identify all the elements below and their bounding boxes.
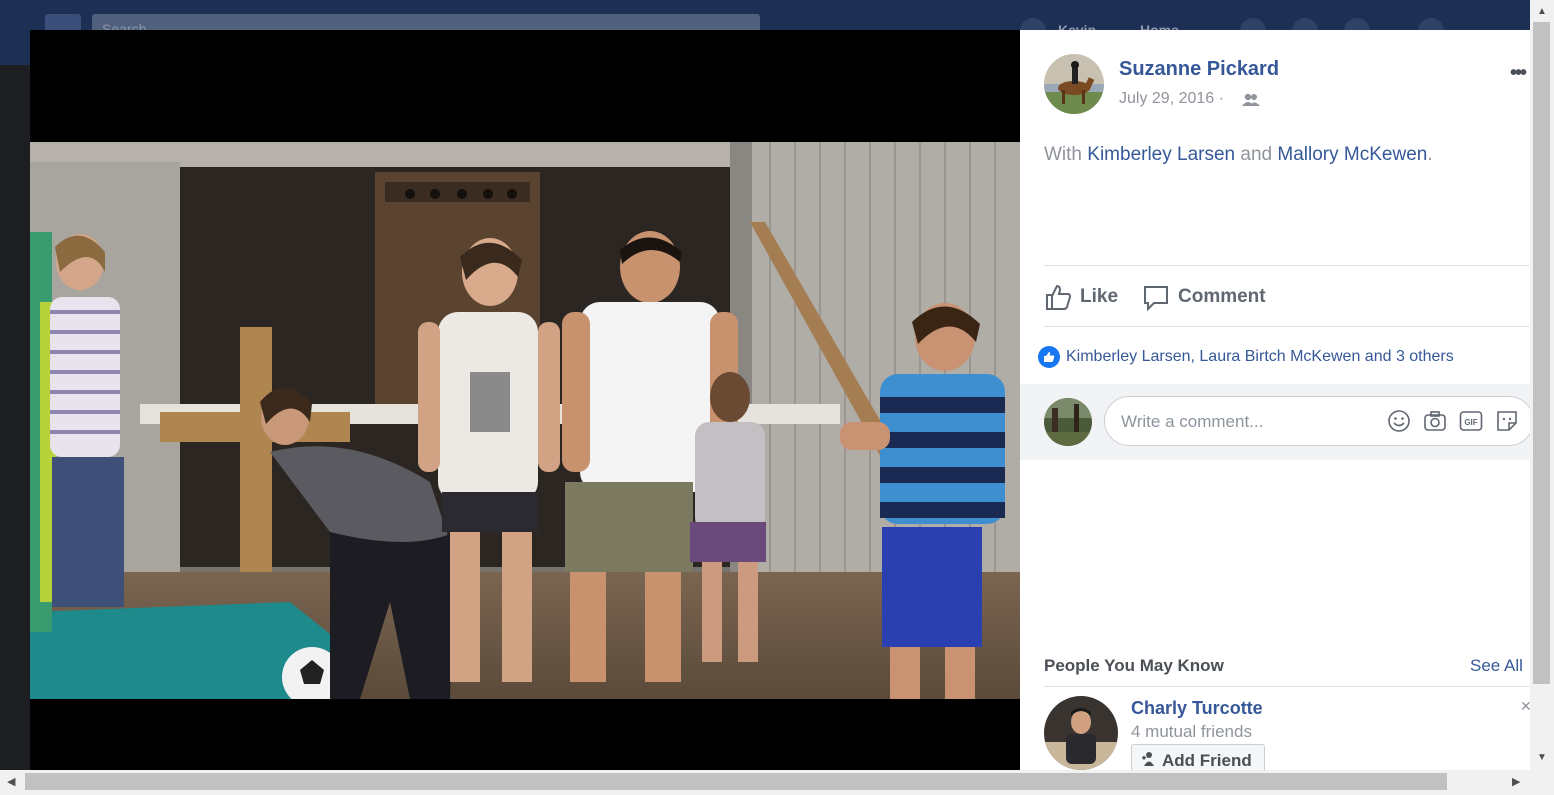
current-user-avatar bbox=[1044, 398, 1092, 446]
mutual-friends-count[interactable]: 4 mutual friends bbox=[1131, 722, 1252, 742]
suggested-person-avatar[interactable] bbox=[1044, 696, 1118, 770]
overlay-backdrop[interactable] bbox=[0, 65, 30, 770]
tagged-person-link[interactable]: Kimberley Larsen bbox=[1087, 144, 1235, 165]
add-friend-button[interactable]: Add Friend bbox=[1131, 744, 1265, 770]
comment-label: Comment bbox=[1178, 286, 1266, 307]
more-options-icon[interactable]: ••• bbox=[1510, 62, 1527, 85]
vertical-scroll-thumb[interactable] bbox=[1533, 22, 1550, 684]
post-date-link[interactable]: July 29, 2016 · bbox=[1119, 90, 1224, 108]
author-name-link[interactable]: Suzanne Pickard bbox=[1119, 58, 1279, 81]
and-label: and bbox=[1240, 144, 1273, 165]
add-friend-label: Add Friend bbox=[1162, 751, 1252, 770]
period-label: . bbox=[1427, 144, 1433, 165]
tagged-people-line: With Kimberley Larsen and Mallory McKewe… bbox=[1044, 144, 1433, 166]
author-avatar[interactable] bbox=[1044, 54, 1104, 114]
suggested-person-name-link[interactable]: Charly Turcotte bbox=[1131, 698, 1263, 719]
sticker-icon[interactable] bbox=[1495, 409, 1519, 438]
dismiss-suggestion-icon[interactable]: ✕ bbox=[1520, 698, 1530, 715]
add-friend-icon bbox=[1142, 752, 1154, 766]
horizontal-scroll-thumb[interactable] bbox=[25, 773, 1447, 790]
tagged-person-link[interactable]: Mallory McKewen bbox=[1277, 144, 1427, 165]
like-reaction-icon bbox=[1038, 346, 1060, 368]
photo-viewer bbox=[30, 30, 1020, 770]
comment-input[interactable] bbox=[1119, 411, 1373, 433]
divider bbox=[1044, 686, 1530, 687]
people-you-may-know-title: People You May Know bbox=[1044, 656, 1224, 675]
emoji-icon[interactable] bbox=[1387, 409, 1411, 438]
divider bbox=[1044, 326, 1530, 327]
post-photo[interactable] bbox=[30, 142, 1020, 699]
gif-icon[interactable]: GIF bbox=[1459, 409, 1483, 438]
scroll-right-icon[interactable]: ▶ bbox=[1512, 775, 1520, 788]
comment-box[interactable]: GIF bbox=[1104, 396, 1530, 446]
scroll-down-icon[interactable]: ▼ bbox=[1537, 752, 1547, 763]
see-all-link[interactable]: See All bbox=[1470, 656, 1523, 676]
post-details-panel: Suzanne Pickard July 29, 2016 · ••• With… bbox=[1020, 30, 1530, 770]
like-label: Like bbox=[1080, 286, 1119, 307]
reactions-summary-text[interactable]: Kimberley Larsen, Laura Birtch McKewen a… bbox=[1066, 348, 1454, 366]
friends-privacy-icon[interactable] bbox=[1242, 93, 1260, 112]
horizontal-scrollbar[interactable]: ◀ ▶ bbox=[0, 770, 1554, 795]
with-label: With bbox=[1044, 144, 1082, 165]
divider bbox=[1044, 265, 1530, 266]
comment-icon bbox=[1144, 286, 1168, 311]
vertical-scrollbar[interactable]: ▲ ▼ bbox=[1530, 0, 1554, 770]
reactions-summary[interactable]: Kimberley Larsen, Laura Birtch McKewen a… bbox=[1038, 346, 1454, 368]
comment-composer: GIF bbox=[1020, 384, 1530, 460]
scroll-left-icon[interactable]: ◀ bbox=[7, 775, 15, 788]
like-icon bbox=[1046, 284, 1072, 310]
camera-icon[interactable] bbox=[1423, 409, 1447, 438]
group-photo-image bbox=[30, 142, 1020, 699]
scroll-up-icon[interactable]: ▲ bbox=[1537, 6, 1547, 17]
like-button[interactable]: Like bbox=[1044, 283, 1118, 311]
gif-label: GIF bbox=[1464, 418, 1477, 427]
comment-button[interactable]: Comment bbox=[1142, 283, 1266, 311]
